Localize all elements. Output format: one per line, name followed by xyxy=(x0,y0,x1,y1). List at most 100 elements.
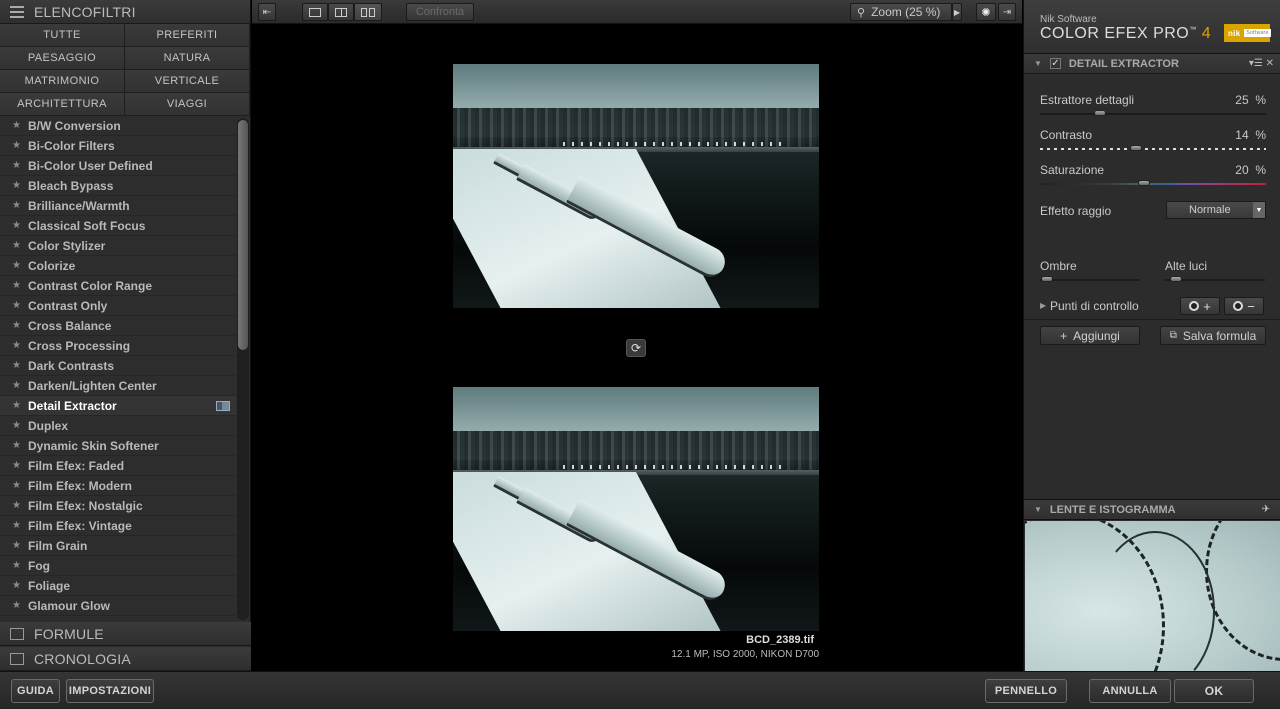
filter-item[interactable]: ★ Contrast Only xyxy=(0,296,236,316)
formule-section[interactable]: FORMULE xyxy=(0,622,251,646)
favorite-star-icon[interactable]: ★ xyxy=(12,600,28,611)
slider-thumb[interactable] xyxy=(1170,276,1182,282)
slider-value[interactable]: 14 % xyxy=(1235,128,1266,142)
slider-track[interactable] xyxy=(1040,183,1266,185)
scrollbar-thumb[interactable] xyxy=(238,120,248,350)
filter-item[interactable]: ★ Bi-Color Filters xyxy=(0,136,236,156)
favorite-star-icon[interactable]: ★ xyxy=(12,280,28,291)
filter-list-header[interactable]: ELENCOFILTRI xyxy=(0,0,250,24)
favorite-star-icon[interactable]: ★ xyxy=(12,440,28,451)
filter-item[interactable]: ★ Darken/Lighten Center xyxy=(0,376,236,396)
favorite-star-icon[interactable]: ★ xyxy=(12,540,28,551)
favorite-star-icon[interactable]: ★ xyxy=(12,380,28,391)
category-paesaggio[interactable]: PAESAGGIO xyxy=(0,47,125,70)
favorite-star-icon[interactable]: ★ xyxy=(12,140,28,151)
filter-item[interactable]: ★ Cross Balance xyxy=(0,316,236,336)
control-points-label[interactable]: Punti di controllo xyxy=(1050,299,1139,313)
save-recipe-button[interactable]: ⧉ Salva formula xyxy=(1160,326,1266,345)
filter-item[interactable]: ★ Bi-Color User Defined xyxy=(0,156,236,176)
filter-item[interactable]: ★ Dynamic Skin Softener xyxy=(0,436,236,456)
expand-triangle-icon[interactable]: ▶ xyxy=(1040,301,1046,310)
favorite-star-icon[interactable]: ★ xyxy=(12,320,28,331)
zoom-menu-button[interactable]: ▶ xyxy=(952,3,962,21)
loupe-view[interactable] xyxy=(1025,521,1280,671)
filter-item[interactable]: ★ B/W Conversion xyxy=(0,116,236,136)
collapse-triangle-icon[interactable]: ▼ xyxy=(1034,505,1042,514)
category-verticale[interactable]: VERTICALE xyxy=(125,70,250,93)
filter-item[interactable]: ★ Dark Contrasts xyxy=(0,356,236,376)
favorite-star-icon[interactable]: ★ xyxy=(12,220,28,231)
slider-thumb[interactable] xyxy=(1094,110,1106,116)
slider-thumb[interactable] xyxy=(1130,145,1142,151)
hide-control-panel-button[interactable]: ⇥ xyxy=(998,3,1016,21)
filter-item[interactable]: ★ Color Stylizer xyxy=(0,236,236,256)
favorite-star-icon[interactable]: ★ xyxy=(12,340,28,351)
favorite-star-icon[interactable]: ★ xyxy=(12,520,28,531)
filter-item[interactable]: ★ Contrast Color Range xyxy=(0,276,236,296)
slider-value[interactable]: 20 % xyxy=(1235,163,1266,177)
filter-options-icons[interactable]: ▾☰ ✕ xyxy=(1249,58,1274,69)
category-preferiti[interactable]: PREFERITI xyxy=(125,24,250,47)
favorite-star-icon[interactable]: ★ xyxy=(12,260,28,271)
slider-thumb[interactable] xyxy=(1041,276,1053,282)
filter-item[interactable]: ★ Brilliance/Warmth xyxy=(0,196,236,216)
favorite-star-icon[interactable]: ★ xyxy=(12,560,28,571)
zoom-control[interactable]: ⚲ Zoom (25 %) xyxy=(850,3,952,21)
swap-views-button[interactable]: ⟳ xyxy=(626,339,646,357)
favorite-star-icon[interactable]: ★ xyxy=(12,500,28,511)
filter-item[interactable]: ★ Classical Soft Focus xyxy=(0,216,236,236)
compare-button[interactable]: Confronta xyxy=(406,3,474,21)
brush-button[interactable]: PENNELLO xyxy=(985,679,1067,703)
single-view-button[interactable] xyxy=(302,3,328,21)
filter-item[interactable]: ★ Film Efex: Modern xyxy=(0,476,236,496)
pin-icon[interactable]: ✈ xyxy=(1262,504,1270,515)
slider-track[interactable] xyxy=(1040,279,1140,281)
ok-button[interactable]: OK xyxy=(1174,679,1254,703)
collapse-triangle-icon[interactable]: ▼ xyxy=(1034,59,1042,68)
add-filter-button[interactable]: + Aggiungi xyxy=(1040,326,1140,345)
favorite-star-icon[interactable]: ★ xyxy=(12,180,28,191)
slider-track[interactable] xyxy=(1040,113,1266,115)
filter-list-scrollbar[interactable] xyxy=(237,118,249,620)
favorite-star-icon[interactable]: ★ xyxy=(12,400,28,411)
help-button[interactable]: GUIDA xyxy=(11,679,60,703)
favorite-star-icon[interactable]: ★ xyxy=(12,360,28,371)
loupe-histogram-header[interactable]: ▼ LENTE E ISTOGRAMMA ✈ xyxy=(1024,499,1280,520)
add-negative-point-button[interactable]: − xyxy=(1224,297,1264,315)
preview-image-after[interactable] xyxy=(453,387,819,631)
category-natura[interactable]: NATURA xyxy=(125,47,250,70)
preview-image-before[interactable] xyxy=(453,64,819,308)
background-toggle-button[interactable]: ✺ xyxy=(976,3,996,21)
cronologia-section[interactable]: CRONOLOGIA xyxy=(0,647,251,671)
favorite-star-icon[interactable]: ★ xyxy=(12,300,28,311)
favorite-star-icon[interactable]: ★ xyxy=(12,480,28,491)
filter-item[interactable]: ★ Film Efex: Faded xyxy=(0,456,236,476)
hide-filter-panel-button[interactable]: ⇤ xyxy=(258,3,276,21)
category-tutte[interactable]: TUTTE xyxy=(0,24,125,47)
filter-item[interactable]: ★ Film Efex: Nostalgic xyxy=(0,496,236,516)
effetto-raggio-select[interactable]: Normale ▼ xyxy=(1166,201,1266,219)
presets-icon[interactable] xyxy=(216,401,230,411)
slider-thumb[interactable] xyxy=(1138,180,1150,186)
favorite-star-icon[interactable]: ★ xyxy=(12,200,28,211)
filter-item[interactable]: ★ Detail Extractor xyxy=(0,396,236,416)
filter-enable-checkbox[interactable]: ✓ xyxy=(1049,58,1061,69)
favorite-star-icon[interactable]: ★ xyxy=(12,240,28,251)
filter-item[interactable]: ★ Duplex xyxy=(0,416,236,436)
filter-item[interactable]: ★ Film Grain xyxy=(0,536,236,556)
slider-track[interactable] xyxy=(1040,148,1266,150)
favorite-star-icon[interactable]: ★ xyxy=(12,580,28,591)
favorite-star-icon[interactable]: ★ xyxy=(12,420,28,431)
favorite-star-icon[interactable]: ★ xyxy=(12,120,28,131)
split-view-button[interactable] xyxy=(328,3,354,21)
filter-item[interactable]: ★ Glamour Glow xyxy=(0,596,236,616)
add-positive-point-button[interactable]: + xyxy=(1180,297,1220,315)
filter-item[interactable]: ★ Bleach Bypass xyxy=(0,176,236,196)
slider-value[interactable]: 25 % xyxy=(1235,93,1266,107)
settings-button[interactable]: IMPOSTAZIONI xyxy=(66,679,154,703)
filter-item[interactable]: ★ Fog xyxy=(0,556,236,576)
filter-item[interactable]: ★ Foliage xyxy=(0,576,236,596)
category-viaggi[interactable]: VIAGGI xyxy=(125,93,250,116)
cancel-button[interactable]: ANNULLA xyxy=(1089,679,1171,703)
favorite-star-icon[interactable]: ★ xyxy=(12,460,28,471)
